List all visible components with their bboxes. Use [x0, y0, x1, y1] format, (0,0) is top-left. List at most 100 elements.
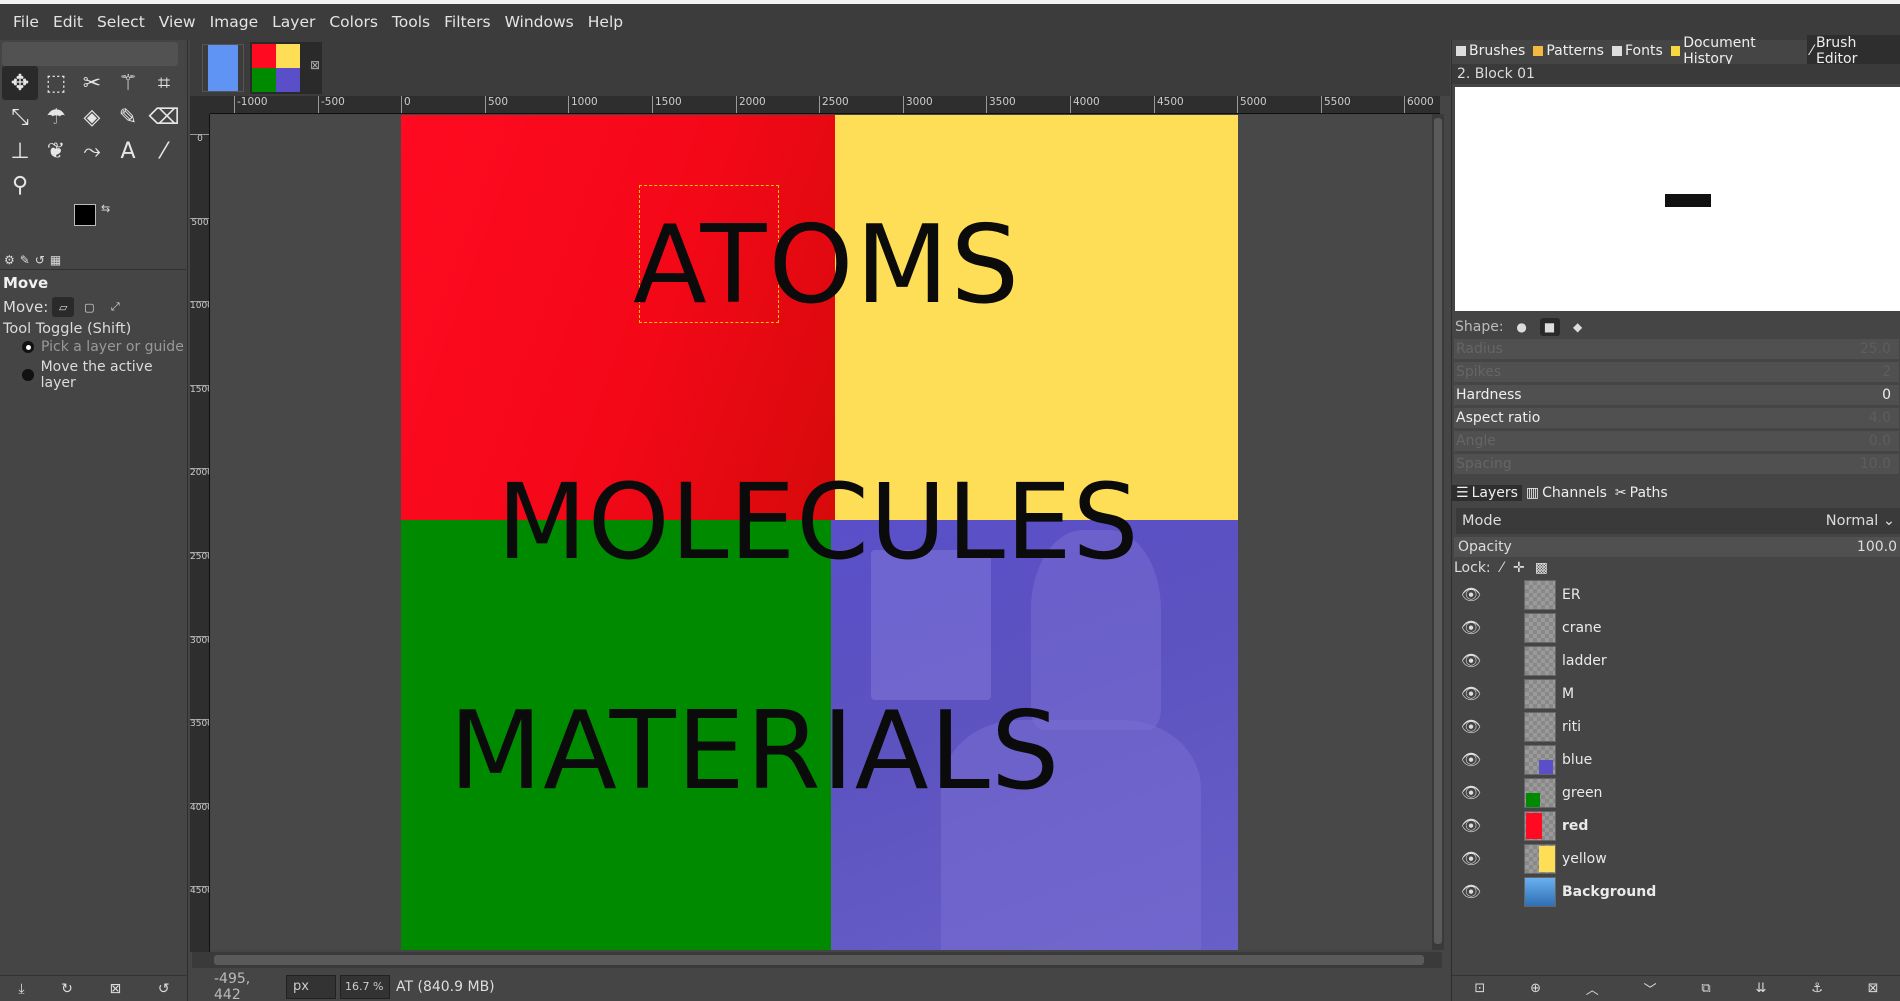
color-picker-tool-icon[interactable]: ⁄ — [146, 134, 182, 168]
edit-layer-icon[interactable]: ⊡ — [1474, 981, 1485, 996]
anchor-layer-icon[interactable]: ⚓ — [1811, 981, 1823, 996]
menu-view[interactable]: View — [152, 13, 203, 31]
visibility-eye-icon[interactable]: 👁 — [1452, 750, 1490, 769]
menu-tools[interactable]: Tools — [385, 13, 437, 31]
layer-row[interactable]: 👁 Background — [1452, 875, 1900, 908]
visibility-eye-icon[interactable]: 👁 — [1452, 717, 1490, 736]
tab-channels[interactable]: ▥ Channels — [1522, 485, 1611, 501]
radio-move-active-dot[interactable] — [22, 369, 34, 381]
lower-layer-icon[interactable]: ﹀ — [1644, 979, 1657, 998]
image-tab-blue[interactable] — [202, 44, 244, 92]
menu-filters[interactable]: Filters — [437, 13, 497, 31]
opacity-slider[interactable]: Opacity 100.0 — [1454, 537, 1900, 557]
foreground-color-swatch[interactable] — [74, 204, 96, 226]
param-hardness[interactable]: Hardness 0 — [1454, 385, 1899, 405]
param-spikes[interactable]: Spikes 2 — [1454, 362, 1899, 382]
move-tool-icon[interactable]: ✥ — [2, 66, 38, 100]
layer-row[interactable]: 👁 riti — [1452, 710, 1900, 743]
lock-position-icon[interactable]: ✛ — [1513, 560, 1525, 576]
radio-pick-layer-dot[interactable] — [22, 341, 34, 353]
mode-select[interactable]: Normal ⌄ — [1826, 513, 1895, 529]
menu-select[interactable]: Select — [90, 13, 152, 31]
tab-document-history[interactable]: Document History — [1667, 35, 1807, 67]
warp-tool-icon[interactable]: ☂ — [38, 100, 74, 134]
lock-alpha-icon[interactable]: ▩ — [1535, 560, 1548, 576]
layer-mode-row[interactable]: Mode Normal ⌄ — [1456, 508, 1900, 534]
visibility-eye-icon[interactable]: 👁 — [1452, 618, 1490, 637]
layer-row[interactable]: 👁 yellow — [1452, 842, 1900, 875]
move-path-mode-icon[interactable]: ⤢ — [104, 297, 126, 317]
horizontal-ruler[interactable]: -1000 -500 0 500 1000 1500 2000 2500 300… — [210, 96, 1440, 114]
restore-options-icon[interactable]: ↻ — [61, 981, 73, 997]
param-spacing[interactable]: Spacing 10.0 — [1454, 454, 1899, 474]
unit-selector[interactable]: px — [286, 974, 336, 999]
tab-fonts[interactable]: Fonts — [1608, 43, 1667, 59]
tab-layers[interactable]: ☰ Layers — [1452, 485, 1522, 501]
raise-layer-icon[interactable]: ︿ — [1586, 979, 1599, 998]
fuzzy-select-tool-icon[interactable]: ⚚ — [110, 66, 146, 100]
tab-brush-editor[interactable]: ⁄ Brush Editor — [1806, 35, 1900, 67]
zoom-tool-icon[interactable]: ⚲ — [2, 168, 38, 202]
layer-row[interactable]: 👁 green — [1452, 776, 1900, 809]
swap-colors-icon[interactable]: ⇆ — [101, 202, 110, 215]
param-aspect-ratio[interactable]: Aspect ratio 4.0 — [1454, 408, 1899, 428]
bucket-fill-tool-icon[interactable]: ◈ — [74, 100, 110, 134]
menu-colors[interactable]: Colors — [322, 13, 385, 31]
tab-brushes[interactable]: Brushes — [1452, 43, 1529, 59]
layer-row[interactable]: 👁 ladder — [1452, 644, 1900, 677]
layer-row[interactable]: 👁 ER — [1452, 578, 1900, 611]
scissors-tool-icon[interactable]: ✂ — [74, 66, 110, 100]
rect-select-tool-icon[interactable]: ⬚ — [38, 66, 74, 100]
lock-pixels-icon[interactable]: ⁄ — [1501, 560, 1503, 576]
layer-row[interactable]: 👁 red — [1452, 809, 1900, 842]
canvas-area[interactable]: ATOMS MOLECULES MATERIALS — [211, 115, 1432, 950]
undo-history-tab-icon[interactable]: ↺ — [35, 253, 45, 267]
horizontal-scrollbar[interactable] — [192, 952, 1442, 968]
move-layer-mode-icon[interactable]: ▱ — [52, 297, 75, 317]
close-image-tab-icon[interactable]: ⊠ — [310, 58, 320, 72]
fg-bg-colors[interactable]: ⇆ — [74, 202, 120, 248]
visibility-eye-icon[interactable]: 👁 — [1452, 684, 1490, 703]
vertical-scrollbar[interactable] — [1432, 114, 1444, 950]
reset-options-icon[interactable]: ↺ — [158, 981, 170, 997]
tool-options-tab-icon[interactable]: ⚙ — [4, 253, 15, 267]
crop-tool-icon[interactable]: ⌗ — [146, 66, 182, 100]
tab-paths[interactable]: ✂ Paths — [1611, 485, 1672, 501]
menu-help[interactable]: Help — [581, 13, 630, 31]
menu-edit[interactable]: Edit — [46, 13, 90, 31]
vertical-ruler[interactable]: 0 500 1000 1500 2000 2500 3000 3500 4000… — [190, 114, 210, 952]
shape-diamond-icon[interactable]: ◆ — [1568, 318, 1588, 336]
visibility-eye-icon[interactable]: 👁 — [1452, 651, 1490, 670]
visibility-eye-icon[interactable]: 👁 — [1452, 816, 1490, 835]
delete-layer-icon[interactable]: ⊠ — [1868, 981, 1879, 996]
shape-square-icon[interactable]: ■ — [1539, 318, 1560, 336]
radio-pick-layer[interactable]: Pick a layer or guide — [22, 339, 184, 355]
eraser-tool-icon[interactable]: ⌫ — [146, 100, 182, 134]
visibility-eye-icon[interactable]: 👁 — [1452, 585, 1490, 604]
visibility-eye-icon[interactable]: 👁 — [1452, 882, 1490, 901]
duplicate-layer-icon[interactable]: ⧉ — [1701, 981, 1710, 996]
transform-tool-icon[interactable]: ⤡ — [2, 100, 38, 134]
layer-row[interactable]: 👁 crane — [1452, 611, 1900, 644]
move-selection-mode-icon[interactable]: ▢ — [78, 297, 100, 317]
layer-row[interactable]: 👁 blue — [1452, 743, 1900, 776]
param-radius[interactable]: Radius 25.0 — [1454, 339, 1899, 359]
visibility-eye-icon[interactable]: 👁 — [1452, 849, 1490, 868]
smudge-tool-icon[interactable]: ❦ — [38, 134, 74, 168]
clone-tool-icon[interactable]: ⊥ — [2, 134, 38, 168]
menu-layer[interactable]: Layer — [265, 13, 322, 31]
layer-row[interactable]: 👁 M — [1452, 677, 1900, 710]
menu-windows[interactable]: Windows — [498, 13, 581, 31]
radio-move-active[interactable]: Move the active layer — [22, 359, 187, 391]
param-angle[interactable]: Angle 0.0 — [1454, 431, 1899, 451]
text-tool-icon[interactable]: A — [110, 134, 146, 168]
menu-file[interactable]: File — [6, 13, 46, 31]
paths-tool-icon[interactable]: ⤳ — [74, 134, 110, 168]
images-tab-icon[interactable]: ▦ — [50, 253, 61, 267]
zoom-selector[interactable]: 16.7 % — [340, 974, 390, 999]
shape-circle-icon[interactable]: ● — [1512, 318, 1532, 336]
merge-layer-icon[interactable]: ⇊ — [1756, 981, 1767, 996]
new-layer-icon[interactable]: ⊕ — [1530, 981, 1541, 996]
menu-image[interactable]: Image — [203, 13, 266, 31]
paintbrush-tool-icon[interactable]: ✎ — [110, 100, 146, 134]
